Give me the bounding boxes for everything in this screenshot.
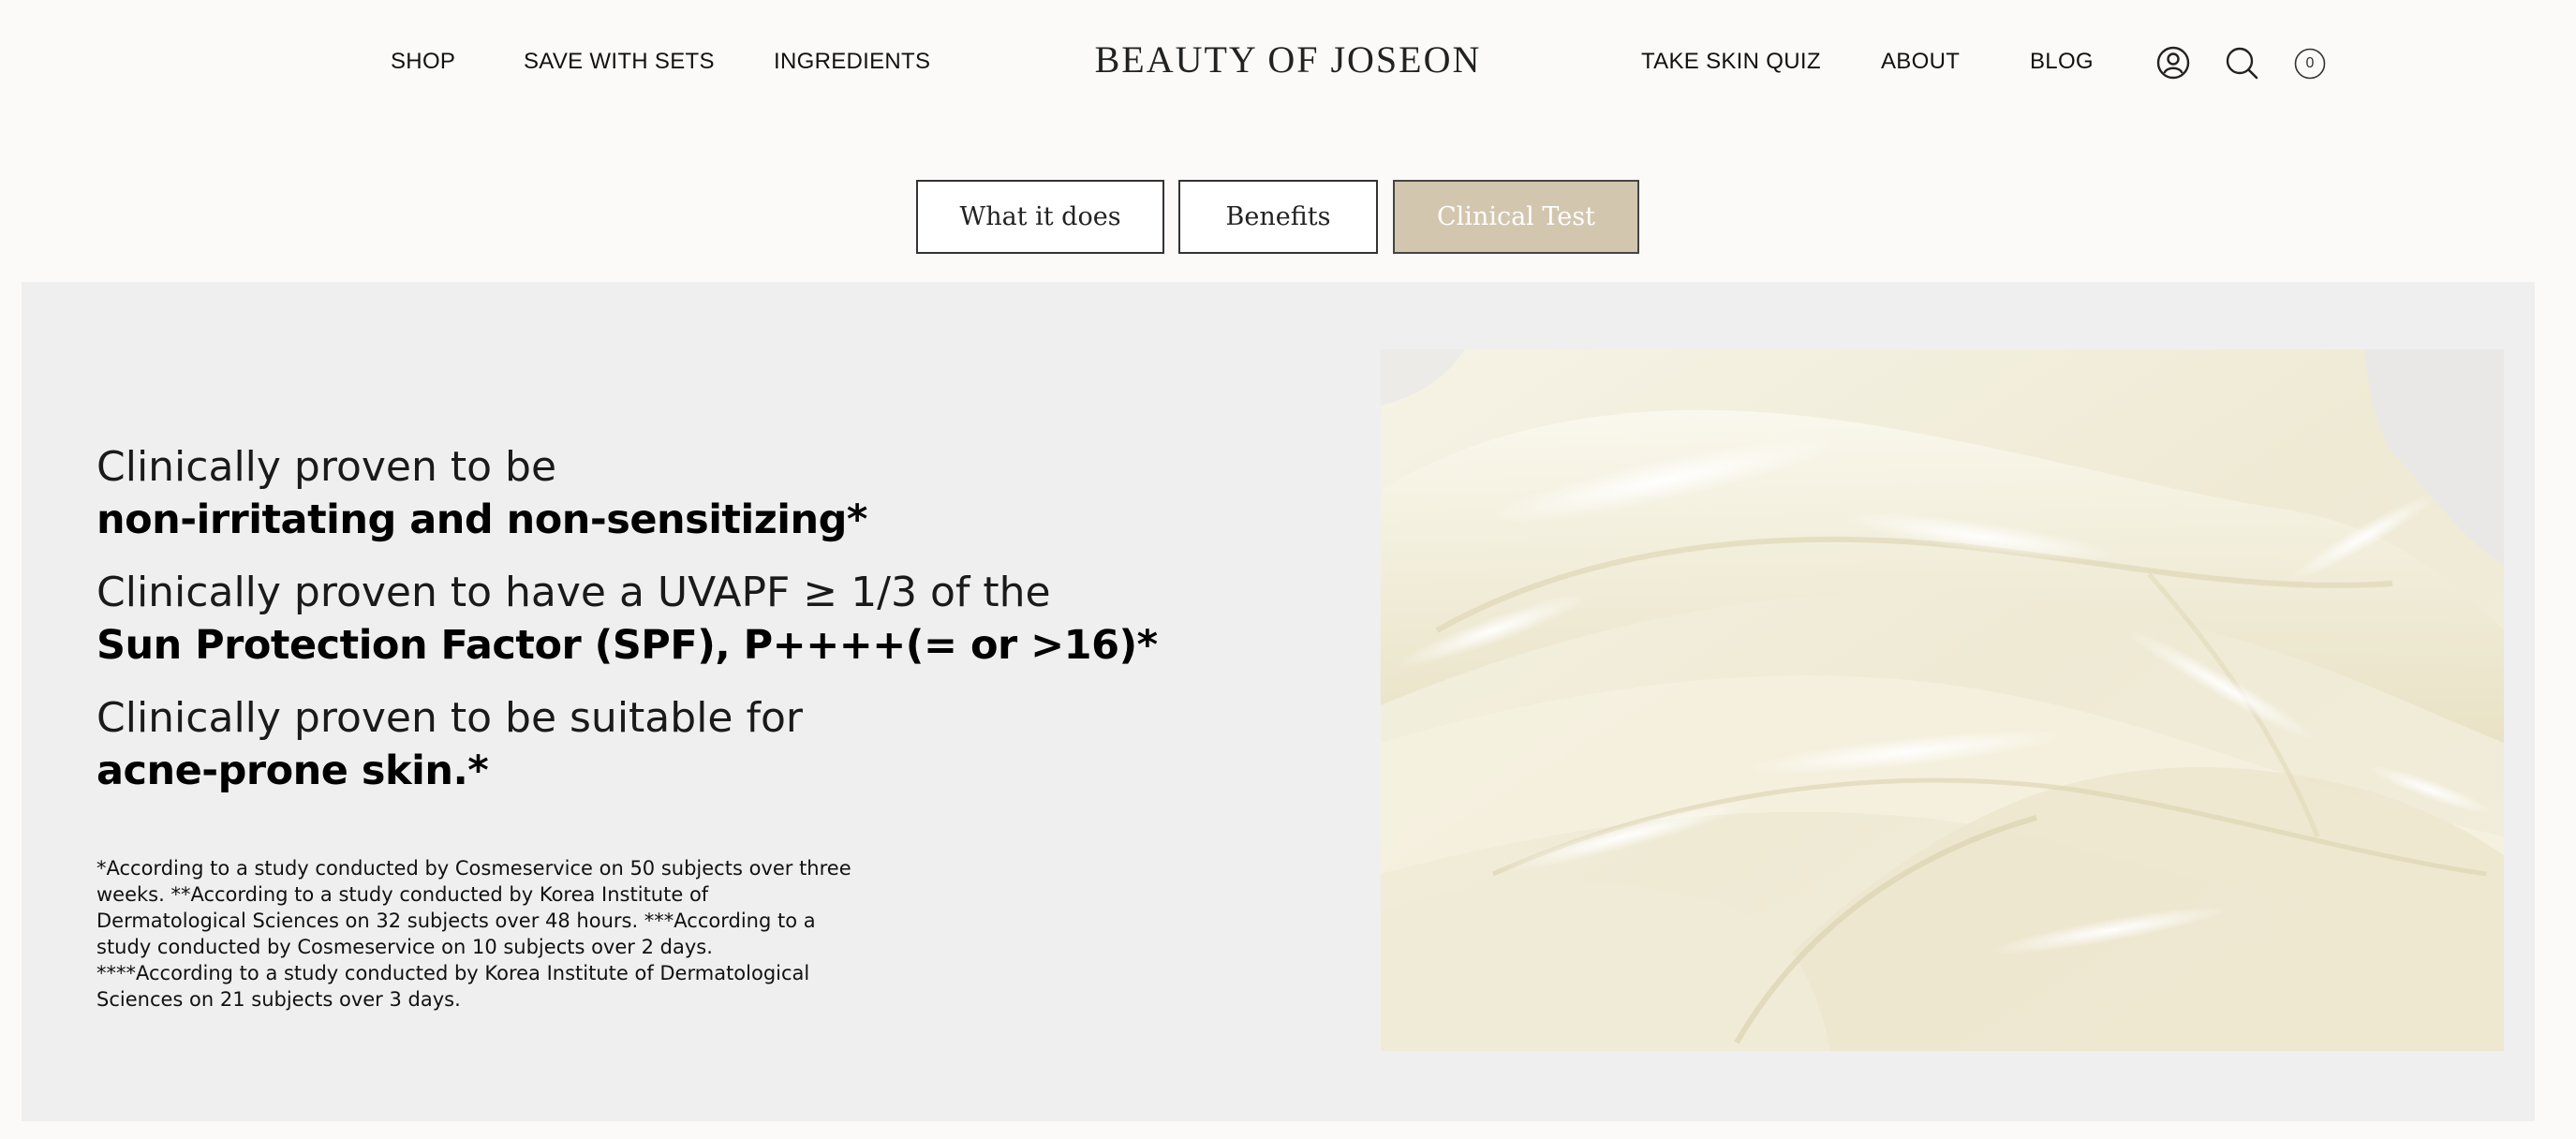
brand-logo[interactable]: BEAUTY OF JOSEON: [1095, 38, 1482, 81]
claim-item: Clinically proven to have a UVAPF ≥ 1/3 …: [96, 567, 1221, 672]
nav-save-with-sets[interactable]: SAVE WITH SETS: [524, 49, 715, 75]
claim-highlight: non-irritating and non-sensitizing*: [96, 496, 867, 543]
site-header: SHOP SAVE WITH SETS INGREDIENTS BEAUTY O…: [0, 0, 2576, 131]
cart-count-badge: 0: [2305, 55, 2315, 71]
claim-item: Clinically proven to be non-irritating a…: [96, 441, 1221, 546]
nav-shop[interactable]: SHOP: [391, 49, 455, 75]
sunscreen-texture-image: [1381, 349, 2504, 1051]
nav-ingredients[interactable]: INGREDIENTS: [774, 49, 930, 75]
clinical-claims: Clinically proven to be non-irritating a…: [96, 441, 1221, 818]
claim-lead: Clinically proven to have a UVAPF ≥ 1/3 …: [96, 569, 1051, 616]
cart-icon[interactable]: 0: [2294, 48, 2332, 85]
study-footnote: *According to a study conducted by Cosme…: [96, 857, 851, 1011]
claim-lead: Clinically proven to be: [96, 443, 557, 491]
claim-lead: Clinically proven to be suitable for: [96, 694, 803, 742]
claim-highlight: acne-prone skin.*: [96, 747, 489, 794]
account-icon[interactable]: [2155, 45, 2193, 82]
tab-what-it-does[interactable]: What it does: [916, 180, 1164, 254]
tab-clinical-test[interactable]: Clinical Test: [1393, 180, 1639, 254]
search-icon[interactable]: [2224, 45, 2261, 82]
nav-blog[interactable]: BLOG: [2030, 49, 2094, 75]
nav-about[interactable]: ABOUT: [1881, 49, 1960, 75]
nav-take-skin-quiz[interactable]: TAKE SKIN QUIZ: [1641, 49, 1821, 75]
claim-highlight: Sun Protection Factor (SPF), P++++(= or …: [96, 622, 1158, 669]
tab-benefits[interactable]: Benefits: [1178, 180, 1378, 254]
claim-item: Clinically proven to be suitable for acn…: [96, 692, 1221, 797]
